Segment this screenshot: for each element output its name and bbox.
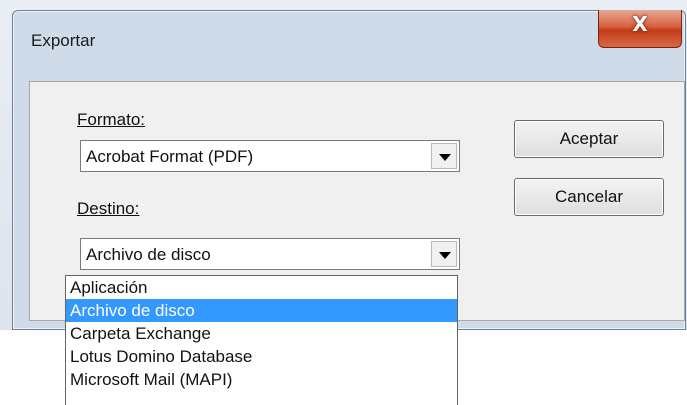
dialog-title: Exportar xyxy=(31,31,96,50)
destination-label: Destino: xyxy=(77,199,140,218)
list-item[interactable]: Aplicación xyxy=(66,276,457,299)
format-select[interactable]: Acrobat Format (PDF) xyxy=(80,140,460,172)
close-icon: X xyxy=(632,12,648,36)
ok-button[interactable]: Aceptar xyxy=(514,120,664,158)
dropdown-arrow-icon[interactable] xyxy=(431,241,457,267)
destination-dropdown-list: Aplicación Archivo de disco Carpeta Exch… xyxy=(65,275,458,405)
destination-select[interactable]: Archivo de disco xyxy=(80,238,460,270)
list-item[interactable]: Microsoft Mail (MAPI) xyxy=(66,368,457,391)
close-button[interactable]: X xyxy=(598,10,682,48)
dropdown-arrow-icon[interactable] xyxy=(431,143,457,169)
format-select-value: Acrobat Format (PDF) xyxy=(86,147,254,166)
list-item[interactable]: Lotus Domino Database xyxy=(66,345,457,368)
list-item[interactable]: Carpeta Exchange xyxy=(66,322,457,345)
format-label: Formato: xyxy=(77,110,146,129)
cancel-button[interactable]: Cancelar xyxy=(514,178,664,216)
list-item-selected[interactable]: Archivo de disco xyxy=(66,299,457,322)
destination-select-value: Archivo de disco xyxy=(86,245,211,264)
